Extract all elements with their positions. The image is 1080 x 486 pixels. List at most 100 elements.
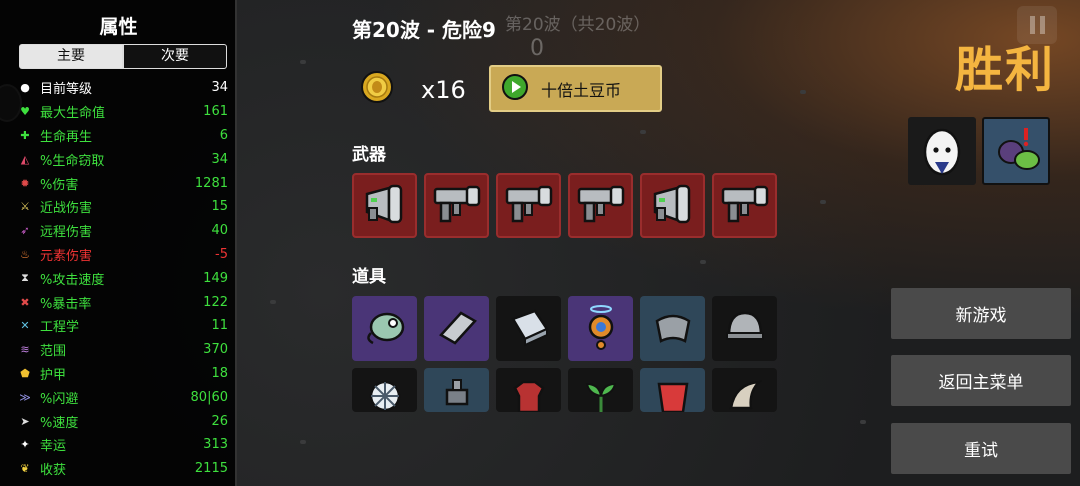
stat-row[interactable]: ✖ %暴击率 122 bbox=[16, 290, 228, 314]
item-slot[interactable] bbox=[712, 368, 777, 412]
new-game-button[interactable]: 新游戏 bbox=[891, 288, 1071, 339]
stat-name: %攻击速度 bbox=[40, 272, 105, 288]
red-cloth-item-icon bbox=[649, 374, 697, 412]
stat-value: 40 bbox=[211, 223, 228, 239]
armor-icon: ⬟ bbox=[20, 366, 30, 380]
item-slot[interactable] bbox=[640, 296, 705, 361]
stats-title: 属性 bbox=[99, 16, 138, 38]
weapon-slot[interactable] bbox=[712, 173, 777, 238]
stat-value: 34 bbox=[211, 80, 228, 96]
book-item-icon bbox=[505, 305, 553, 353]
stat-value: 80|60 bbox=[190, 389, 228, 405]
creature-character-icon[interactable] bbox=[982, 117, 1050, 185]
stat-row[interactable]: ◭ %生命窃取 34 bbox=[16, 147, 228, 171]
tab-secondary[interactable]: 次要 bbox=[123, 44, 227, 69]
item-slot[interactable] bbox=[640, 368, 705, 412]
stat-list: ● 目前等级 34 ♥ 最大生命值 161 ✚ 生命再生 6 ◭ %生命窃取 34 ✹ %伤害 1281 ⚔ 近… bbox=[16, 76, 228, 481]
chameleon-item-icon bbox=[361, 305, 409, 353]
victory-title: 胜利 bbox=[955, 42, 1056, 98]
turret-item-icon bbox=[433, 374, 481, 412]
stat-row[interactable]: ➶ 远程伤害 40 bbox=[16, 219, 228, 243]
harvest-icon: ❦ bbox=[20, 462, 30, 476]
stat-row[interactable]: ✕ 工程学 11 bbox=[16, 314, 228, 338]
stat-name: %闪避 bbox=[40, 391, 79, 407]
ranged-icon: ➶ bbox=[20, 224, 30, 238]
stat-row[interactable]: ➤ %速度 26 bbox=[16, 409, 228, 433]
item-slot[interactable] bbox=[352, 368, 417, 412]
smg-weapon-icon bbox=[717, 181, 773, 231]
melee-icon: ⚔ bbox=[20, 200, 30, 214]
stat-value: 161 bbox=[203, 104, 228, 120]
stat-row[interactable]: ● 目前等级 34 bbox=[16, 76, 228, 100]
stat-row[interactable]: ⬟ 护甲 18 bbox=[16, 362, 228, 386]
stat-value: 370 bbox=[203, 342, 228, 358]
halo-drone-item-icon bbox=[577, 303, 625, 355]
stat-row[interactable]: ✦ 幸运 313 bbox=[16, 433, 228, 457]
stat-row[interactable]: ≫ %闪避 80|60 bbox=[16, 385, 228, 409]
item-slot[interactable] bbox=[352, 296, 417, 361]
item-slot[interactable] bbox=[424, 296, 489, 361]
retry-button[interactable]: 重试 bbox=[891, 423, 1071, 474]
item-slot[interactable] bbox=[568, 296, 633, 361]
stat-value: 122 bbox=[203, 294, 228, 310]
weapon-slot[interactable] bbox=[640, 173, 705, 238]
stats-panel: 属性 主要 次要 ● 目前等级 34 ♥ 最大生命值 161 ✚ 生命再生 6 ◭ %生命窃取 34 ✹… bbox=[0, 0, 237, 486]
item-slot[interactable] bbox=[568, 368, 633, 412]
stat-row[interactable]: ≋ 范围 370 bbox=[16, 338, 228, 362]
stat-name: 目前等级 bbox=[40, 82, 93, 98]
weapon-slot[interactable] bbox=[424, 173, 489, 238]
horn-item-icon bbox=[721, 374, 769, 412]
weapon-slot[interactable] bbox=[352, 173, 417, 238]
tab-primary[interactable]: 主要 bbox=[19, 44, 123, 69]
ten-times-coin-label: 十倍土豆币 bbox=[541, 80, 622, 100]
engineering-icon: ✕ bbox=[20, 319, 30, 333]
ten-times-coin-button[interactable]: 十倍土豆币 bbox=[489, 65, 662, 112]
stat-name: %伤害 bbox=[40, 177, 79, 193]
coin-count: x16 bbox=[421, 76, 466, 104]
background-wave-text: 第20波（共20波） bbox=[505, 15, 651, 35]
item-slot[interactable] bbox=[496, 368, 561, 412]
weapons-label: 武器 bbox=[352, 145, 386, 165]
stat-name: %生命窃取 bbox=[40, 153, 105, 169]
regen-icon: ✚ bbox=[20, 128, 30, 142]
weapon-slot[interactable] bbox=[496, 173, 561, 238]
stat-row[interactable]: ✹ %伤害 1281 bbox=[16, 171, 228, 195]
play-video-icon bbox=[501, 73, 529, 105]
weapon-slot[interactable] bbox=[568, 173, 633, 238]
stat-value: 6 bbox=[219, 127, 228, 143]
background-counter: 0 bbox=[530, 36, 544, 61]
stat-name: 远程伤害 bbox=[40, 225, 93, 241]
megaphone-weapon-icon bbox=[359, 182, 411, 230]
stat-row[interactable]: ❦ 收获 2115 bbox=[16, 457, 228, 481]
stat-value: 2115 bbox=[194, 461, 228, 477]
elemental-icon: ♨ bbox=[20, 247, 30, 261]
attack-speed-icon: ⧗ bbox=[21, 271, 29, 285]
stat-name: 收获 bbox=[40, 463, 67, 479]
stat-row[interactable]: ✚ 生命再生 6 bbox=[16, 124, 228, 148]
stat-value: 26 bbox=[211, 413, 228, 429]
luck-icon: ✦ bbox=[20, 438, 30, 452]
stat-value: 15 bbox=[211, 199, 228, 215]
stats-tabs: 主要 次要 bbox=[19, 44, 227, 69]
item-slot[interactable] bbox=[712, 296, 777, 361]
stat-row[interactable]: ⧗ %攻击速度 149 bbox=[16, 266, 228, 290]
stat-name: 工程学 bbox=[40, 320, 80, 336]
heart-icon: ♥ bbox=[20, 105, 30, 119]
stat-row[interactable]: ♥ 最大生命值 161 bbox=[16, 100, 228, 124]
plaid-shirt-item-icon bbox=[505, 374, 553, 412]
stat-row[interactable]: ⚔ 近战伤害 15 bbox=[16, 195, 228, 219]
stat-name: %速度 bbox=[40, 415, 79, 431]
stat-row[interactable]: ♨ 元素伤害 -5 bbox=[16, 243, 228, 267]
helmet-item-icon bbox=[721, 305, 769, 353]
stat-name: %暴击率 bbox=[40, 296, 92, 312]
stat-name: 元素伤害 bbox=[40, 248, 93, 264]
item-slot[interactable] bbox=[424, 368, 489, 412]
metal-block-item-icon bbox=[433, 305, 481, 353]
stat-value: 1281 bbox=[194, 175, 228, 191]
stat-value: 11 bbox=[211, 318, 228, 334]
stat-value: -5 bbox=[215, 246, 228, 262]
main-menu-button[interactable]: 返回主菜单 bbox=[891, 355, 1071, 406]
damage-icon: ✹ bbox=[20, 176, 30, 190]
item-slot[interactable] bbox=[496, 296, 561, 361]
egg-character-icon[interactable] bbox=[908, 117, 976, 185]
